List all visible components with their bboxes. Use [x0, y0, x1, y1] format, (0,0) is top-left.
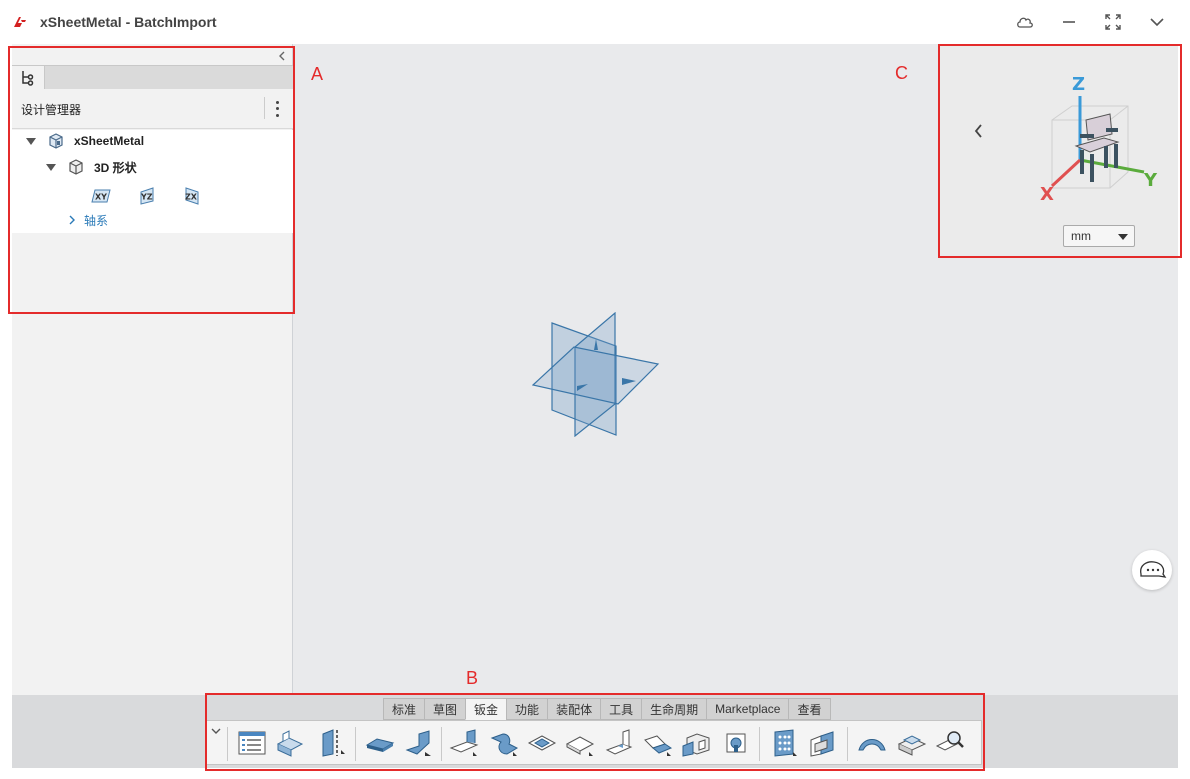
annotation-box-b: [205, 693, 985, 771]
app-logo-icon: [14, 17, 26, 27]
title-bar: xSheetMetal - BatchImport: [0, 0, 1190, 44]
fullscreen-button[interactable]: [1102, 12, 1124, 32]
annotation-label-a: A: [311, 64, 324, 84]
chat-assistant-button[interactable]: [1132, 550, 1172, 590]
annotation-label-c: C: [895, 63, 908, 83]
chat-bubble-icon: [1140, 561, 1167, 578]
cloud-icon: [1017, 17, 1033, 28]
chevron-down-icon: [1150, 18, 1164, 27]
annotation-label-b: B: [466, 668, 479, 688]
minimize-icon: [1063, 21, 1075, 23]
app-title: xSheetMetal - BatchImport: [40, 14, 217, 30]
reference-planes-triad[interactable]: [532, 312, 662, 437]
more-options-button[interactable]: [1146, 12, 1168, 32]
cloud-button[interactable]: [1014, 12, 1036, 32]
annotation-box-c: [938, 44, 1182, 258]
fullscreen-icon: [1105, 14, 1121, 30]
annotation-box-a: [8, 46, 295, 314]
minimize-button[interactable]: [1058, 12, 1080, 32]
